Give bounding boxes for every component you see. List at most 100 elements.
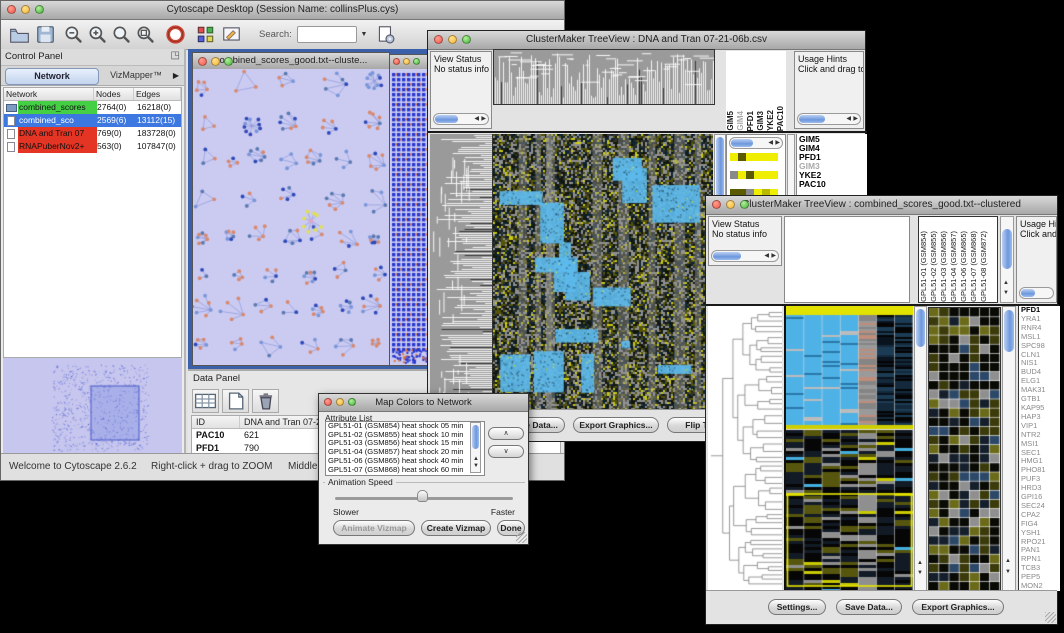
zoom-heatmap-matrix[interactable] <box>730 153 778 201</box>
dialog-titlebar[interactable]: Map Colors to Network <box>319 394 528 412</box>
minimize-icon[interactable] <box>448 35 457 44</box>
export-graphics-button[interactable]: Export Graphics... <box>912 599 1004 615</box>
search-input[interactable] <box>297 26 357 43</box>
move-up-button[interactable]: ∧ <box>488 427 524 440</box>
close-icon[interactable] <box>434 35 443 44</box>
column-label[interactable]: PAC10 <box>776 106 786 131</box>
settings-button[interactable]: Settings... <box>768 599 826 615</box>
view-status-hscrollbar[interactable]: ◀▶ <box>433 113 489 125</box>
zoom-window-icon[interactable] <box>348 398 356 406</box>
close-icon[interactable] <box>712 200 721 209</box>
vizmapper-icon[interactable] <box>195 24 216 45</box>
column-label[interactable]: PFD1 <box>746 111 756 131</box>
grid-network-titlebar[interactable] <box>390 55 430 70</box>
undock-icon[interactable]: ◳ <box>171 50 180 61</box>
minimize-icon[interactable] <box>21 5 30 14</box>
network-canvas[interactable] <box>193 69 389 365</box>
column-label[interactable]: GPL51-03 (GSM856) <box>939 231 949 302</box>
save-data-button[interactable]: Save Data... <box>836 599 902 615</box>
zoom-fit-icon[interactable] <box>135 24 156 45</box>
network-table-row[interactable]: combined_scores2764(0)16218(0) <box>4 101 181 114</box>
network-name: DNA and Tran 07 <box>18 127 97 140</box>
map-colors-dialog: Map Colors to Network Attribute List GPL… <box>318 393 529 545</box>
minimize-icon[interactable] <box>726 200 735 209</box>
matrix-cell <box>754 153 762 161</box>
cytoscape-titlebar[interactable]: Cytoscape Desktop (Session Name: collins… <box>1 1 564 20</box>
animate-vizmap-button[interactable]: Animate Vizmap <box>333 520 415 536</box>
zoom-panel-hscrollbar[interactable]: ◀▶ <box>729 137 783 149</box>
zoom-one-to-one-icon[interactable] <box>111 24 132 45</box>
global-heatmap[interactable] <box>493 134 713 410</box>
minimize-icon[interactable] <box>211 57 220 66</box>
heatmap-vscrollbar[interactable]: ▲▼ <box>914 306 927 591</box>
column-dendrogram[interactable] <box>493 49 715 105</box>
column-label[interactable]: GPL51-02 (GSM855) <box>929 231 939 302</box>
network-table-row[interactable]: DNA and Tran 07769(0)183728(0) <box>4 127 181 140</box>
new-attribute-icon[interactable] <box>222 389 249 413</box>
slider-thumb[interactable] <box>417 490 428 502</box>
search-dropdown-arrow-icon[interactable]: ▼ <box>357 26 371 43</box>
zoom-out-icon[interactable] <box>63 24 84 45</box>
column-labels-vscrollbar[interactable]: ▲▼ <box>1000 216 1014 303</box>
column-label[interactable]: YKE2 <box>766 110 776 131</box>
create-vizmap-button[interactable]: Create Vizmap <box>421 520 491 536</box>
column-label[interactable]: GIM4 <box>736 111 746 131</box>
annotation-icon[interactable] <box>221 24 242 45</box>
save-icon[interactable] <box>35 24 56 45</box>
open-folder-icon[interactable] <box>9 24 30 45</box>
network-view-titlebar[interactable]: combined_scores_good.txt--cluste... <box>193 53 389 70</box>
attribute-list-vscrollbar[interactable]: ▲▼ <box>470 422 481 473</box>
network-table-row[interactable]: RNAPuberNov2+563(0)107847(0) <box>4 140 181 153</box>
close-icon[interactable] <box>393 58 400 65</box>
tab-vizmapper[interactable]: VizMapper™ <box>101 68 171 83</box>
move-down-button[interactable]: ∨ <box>488 445 524 458</box>
network-table-row[interactable]: combined_sco2569(6)13112(15) <box>4 114 181 127</box>
usage-hints-title: Usage Hints <box>798 54 863 64</box>
help-lifering-icon[interactable] <box>165 24 186 45</box>
close-icon[interactable] <box>324 398 332 406</box>
minimize-icon[interactable] <box>336 398 344 406</box>
close-icon[interactable] <box>198 57 207 66</box>
matrix-cell <box>770 171 778 179</box>
faster-label: Faster <box>491 507 515 517</box>
column-label[interactable]: GIM5 <box>726 111 736 131</box>
resize-grip[interactable] <box>516 532 527 543</box>
tab-overflow-arrow[interactable]: ▶ <box>170 68 182 83</box>
resize-grip[interactable] <box>1045 612 1056 623</box>
zoom-vscrollbar[interactable]: ▲▼ <box>1002 306 1016 591</box>
zoom-window-icon[interactable] <box>740 200 749 209</box>
global-heatmap[interactable] <box>784 306 913 591</box>
gene-label[interactable]: PAC10 <box>799 180 867 189</box>
column-label[interactable]: GIM3 <box>756 111 766 131</box>
zoom-heatmap[interactable] <box>928 307 1001 592</box>
zoom-window-icon[interactable] <box>462 35 471 44</box>
tab-network[interactable]: Network <box>5 68 99 85</box>
column-label[interactable]: GPL51-07 (GSM868) <box>969 231 979 302</box>
treeview2-button-bar: Settings... Save Data... Export Graphics… <box>706 590 1057 624</box>
row-dendrogram[interactable] <box>708 306 782 591</box>
row-dendrogram[interactable] <box>430 134 493 410</box>
usage-hints-hscrollbar[interactable] <box>1019 287 1054 299</box>
column-label[interactable]: GPL51-08 (GSM872) <box>979 231 989 302</box>
view-status-hscrollbar[interactable]: ◀▶ <box>711 250 779 262</box>
export-graphics-button[interactable]: Export Graphics... <box>573 417 659 433</box>
zoom-window-icon[interactable] <box>224 57 233 66</box>
grid-network-canvas[interactable] <box>390 69 430 365</box>
treeview1-titlebar[interactable]: ClusterMaker TreeView : DNA and Tran 07-… <box>428 31 865 50</box>
minimize-icon[interactable] <box>403 58 410 65</box>
column-label[interactable]: GPL51-06 (GSM865) <box>959 231 969 302</box>
birdseye-view[interactable] <box>3 357 182 456</box>
column-label[interactable]: GPL51-01 (GSM854) <box>919 231 929 302</box>
zoom-window-icon[interactable] <box>413 58 420 65</box>
animation-speed-group: Animation Speed Slower Faster <box>323 482 525 517</box>
treeview2-titlebar[interactable]: ClusterMaker TreeView : combined_scores_… <box>706 196 1057 215</box>
attribute-select-icon[interactable] <box>192 389 219 413</box>
zoom-in-icon[interactable] <box>87 24 108 45</box>
column-label[interactable]: GPL51-04 (GSM857) <box>949 231 959 302</box>
zoom-window-icon[interactable] <box>35 5 44 14</box>
close-icon[interactable] <box>7 5 16 14</box>
delete-attribute-trash-icon[interactable] <box>252 389 279 413</box>
import-attributes-icon[interactable] <box>375 24 396 45</box>
attribute-list-item[interactable]: GPL51-07 (GSM868) heat shock 60 min <box>326 466 484 475</box>
usage-hints-hscrollbar[interactable]: ◀▶ <box>797 113 861 125</box>
